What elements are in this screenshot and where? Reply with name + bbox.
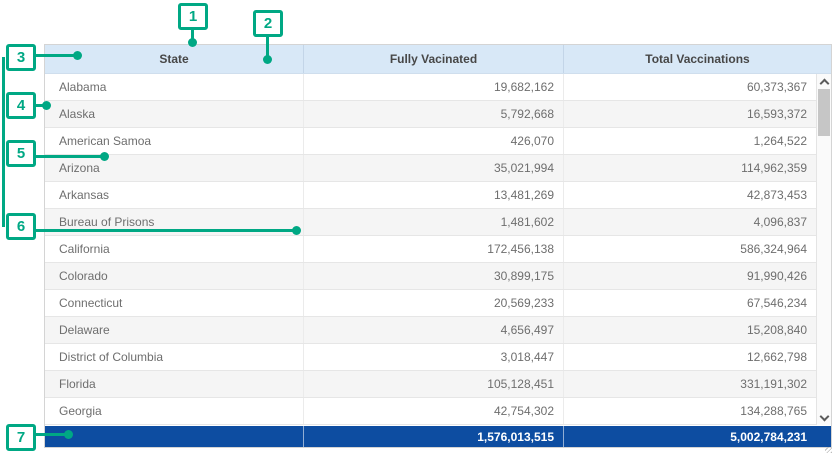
cell-total-vaccinations: 4,096,837	[563, 209, 816, 235]
vertical-scrollbar[interactable]	[816, 74, 831, 425]
callout-3-dot	[73, 51, 82, 60]
cell-state: Delaware	[45, 317, 303, 343]
callout-1: 1	[178, 3, 208, 30]
table-row[interactable]: California 172,456,138 586,324,964	[45, 236, 816, 263]
callout-7-dot	[64, 430, 73, 439]
table-header-row: State Fully Vacinated Total Vaccinations	[45, 45, 831, 74]
cell-state: Arizona	[45, 155, 303, 181]
column-header-total-vaccinations[interactable]: Total Vaccinations	[563, 45, 831, 73]
cell-total-vaccinations: 586,324,964	[563, 236, 816, 262]
cell-fully-vaccinated: 4,656,497	[303, 317, 563, 343]
cell-total-vaccinations: 1,264,522	[563, 128, 816, 154]
cell-state: Colorado	[45, 263, 303, 289]
cell-state: Alabama	[45, 74, 303, 100]
cell-state: Georgia	[45, 398, 303, 424]
cell-state: Alaska	[45, 101, 303, 127]
cell-total-vaccinations: 67,546,234	[563, 290, 816, 316]
cell-fully-vaccinated: 105,128,451	[303, 371, 563, 397]
cell-state: Arkansas	[45, 182, 303, 208]
callout-2: 2	[253, 10, 283, 37]
summary-total-vaccinations: 5,002,784,231	[563, 426, 831, 447]
vaccination-table: State Fully Vacinated Total Vaccinations…	[44, 44, 832, 448]
cell-total-vaccinations: 331,191,302	[563, 371, 816, 397]
cell-state: American Samoa	[45, 128, 303, 154]
table-row[interactable]: Georgia 42,754,302 134,288,765	[45, 398, 816, 425]
cell-fully-vaccinated: 5,792,668	[303, 101, 563, 127]
chevron-up-icon	[819, 78, 829, 88]
cell-total-vaccinations: 16,593,372	[563, 101, 816, 127]
table-row[interactable]: Arizona 35,021,994 114,962,359	[45, 155, 816, 182]
summary-state-cell	[45, 426, 303, 447]
cell-state: Connecticut	[45, 290, 303, 316]
callout-7: 7	[6, 424, 36, 451]
cell-fully-vaccinated: 3,018,447	[303, 344, 563, 370]
callout-5: 5	[6, 140, 36, 167]
cell-fully-vaccinated: 35,021,994	[303, 155, 563, 181]
cell-fully-vaccinated: 19,682,162	[303, 74, 563, 100]
summary-row: 1,576,013,515 5,002,784,231	[45, 426, 831, 447]
cell-total-vaccinations: 134,288,765	[563, 398, 816, 424]
table-row[interactable]: Delaware 4,656,497 15,208,840	[45, 317, 816, 344]
table-row[interactable]: Colorado 30,899,175 91,990,426	[45, 263, 816, 290]
table-row[interactable]: Arkansas 13,481,269 42,873,453	[45, 182, 816, 209]
callout-4-dot	[42, 101, 51, 110]
callout-4: 4	[6, 92, 36, 119]
callout-3: 3	[6, 44, 36, 71]
cell-total-vaccinations: 42,873,453	[563, 182, 816, 208]
cell-total-vaccinations: 12,662,798	[563, 344, 816, 370]
cell-state: Florida	[45, 371, 303, 397]
table-row[interactable]: Alabama 19,682,162 60,373,367	[45, 74, 816, 101]
scroll-up-button[interactable]	[817, 74, 831, 89]
callout-6-connector	[34, 229, 294, 232]
scrollbar-thumb[interactable]	[818, 89, 830, 136]
cell-total-vaccinations: 114,962,359	[563, 155, 816, 181]
cell-total-vaccinations: 60,373,367	[563, 74, 816, 100]
table-row[interactable]: American Samoa 426,070 1,264,522	[45, 128, 816, 155]
column-header-fully-vaccinated[interactable]: Fully Vacinated	[303, 45, 563, 73]
callout-7-connector	[34, 433, 66, 436]
callout-5-dot	[100, 152, 109, 161]
callout-6-dot	[292, 226, 301, 235]
annotated-table-screenshot: State Fully Vacinated Total Vaccinations…	[0, 0, 833, 453]
summary-fully-vaccinated: 1,576,013,515	[303, 426, 563, 447]
cell-fully-vaccinated: 20,569,233	[303, 290, 563, 316]
chevron-down-icon	[819, 411, 829, 421]
callout-6: 6	[6, 213, 36, 240]
callout-1-dot	[188, 38, 197, 47]
cell-fully-vaccinated: 1,481,602	[303, 209, 563, 235]
callout-2-dot	[263, 55, 272, 64]
cell-fully-vaccinated: 426,070	[303, 128, 563, 154]
callout-5-connector	[34, 155, 102, 158]
table-body: Alabama 19,682,162 60,373,367 Alaska 5,7…	[45, 74, 831, 425]
cell-total-vaccinations: 91,990,426	[563, 263, 816, 289]
cell-fully-vaccinated: 172,456,138	[303, 236, 563, 262]
scroll-down-button[interactable]	[817, 410, 831, 425]
table-row[interactable]: District of Columbia 3,018,447 12,662,79…	[45, 344, 816, 371]
callout-2-connector	[266, 36, 269, 57]
table-row[interactable]: Alaska 5,792,668 16,593,372	[45, 101, 816, 128]
table-row[interactable]: Florida 105,128,451 331,191,302	[45, 371, 816, 398]
cell-fully-vaccinated: 42,754,302	[303, 398, 563, 424]
cell-fully-vaccinated: 30,899,175	[303, 263, 563, 289]
callout-3-connector	[34, 54, 76, 57]
cell-state: District of Columbia	[45, 344, 303, 370]
table-row[interactable]: Connecticut 20,569,233 67,546,234	[45, 290, 816, 317]
resize-handle-icon[interactable]	[825, 447, 832, 453]
cell-state: California	[45, 236, 303, 262]
cell-total-vaccinations: 15,208,840	[563, 317, 816, 343]
callout-spine-line	[2, 57, 5, 227]
cell-fully-vaccinated: 13,481,269	[303, 182, 563, 208]
